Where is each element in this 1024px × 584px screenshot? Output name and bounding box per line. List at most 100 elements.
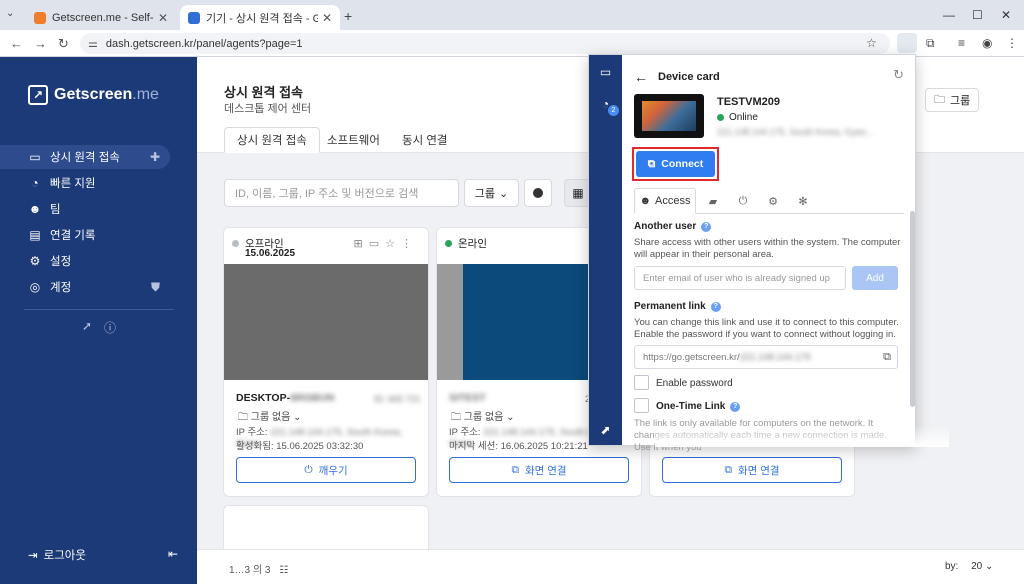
connect-screen-button[interactable]: ⧉ 화면 연결 [662,457,842,483]
sidebar-item-settings[interactable]: ⚙ 설정 [0,249,170,273]
windows-icon: ⊞ [353,238,369,250]
sidebar-item-remote-access[interactable]: ▭ 상시 원격 접속 ✚ [0,145,170,169]
email-field[interactable]: Enter email of user who is already signe… [634,266,846,290]
browser-tab-getscreen[interactable]: Getscreen.me - Self-Hosted - ✕ [26,5,176,30]
popup-scrollbar[interactable] [910,211,915,407]
site-info-icon[interactable]: ⚌ [88,37,98,50]
one-time-link-checkbox[interactable] [634,398,649,413]
getscreen-extension-icon[interactable] [897,33,917,53]
sidebar-item-quick-support[interactable]: ◔ 빠른 지원 [0,171,170,195]
device-status: 온라인 [445,236,487,251]
tab-files[interactable]: ▰ [698,188,728,214]
screen-connect-icon: ⧉ [647,157,656,170]
bookmark-star-icon[interactable]: ☆ [866,36,877,50]
enable-password-label: Enable password [656,378,733,389]
reload-icon[interactable]: ↻ [58,36,69,52]
sidebar-item-history[interactable]: ▤ 연결 기록 [0,223,170,247]
close-tab-icon[interactable]: ✕ [158,11,168,25]
tab-title: 기기 - 상시 원격 접속 - Getscre [206,12,318,25]
tab-settings[interactable]: ✻ [788,188,818,214]
tab-remote-access[interactable]: 상시 원격 접속 [224,127,320,153]
back-icon[interactable]: ← [10,36,23,51]
chevron-down-icon: ⌄ [506,412,515,423]
puzzle-icon[interactable]: ✚ [150,150,160,164]
info-icon[interactable]: ⓘ [104,319,116,336]
wake-button[interactable]: ⏻ 깨우기 [236,457,416,483]
link-hidden: 221.148.144.175 [739,351,811,363]
device-card-popup: ▭ ◔ 2 ⬈ ← Device card ↻ TESTVM209 Online… [588,54,949,453]
another-user-text: Share access with other users within the… [634,237,901,260]
getscreen-mini-icon[interactable]: ➚ [82,319,92,333]
tab-title: Getscreen.me - Self-Hosted - [52,11,154,24]
connect-screen-button[interactable]: ⧉ 화면 연결 [449,457,629,483]
screen-connect-icon: ⧉ [724,463,732,476]
connect-highlight: ⧉ Connect [632,147,719,181]
tab-power[interactable]: ⏻ [728,188,758,214]
group-label: 그룹 없음 [463,412,504,423]
device-name: DESKTOP-6RGBUN [236,392,334,404]
refresh-icon[interactable]: ↻ [893,67,904,83]
extensions-puzzle-icon[interactable]: ⧉ [926,36,935,51]
copy-icon[interactable]: ⧉ [883,351,891,364]
device-card[interactable]: 오프라인 15.06.2025 ⊞▭☆⋮ DESKTOP-6RGBUN ID: … [223,227,429,497]
sidebar-item-label: 빠른 지원 [50,178,96,190]
minimize-icon[interactable]: — [943,8,955,22]
new-tab-icon[interactable]: + [344,8,352,24]
status-dot-icon [232,240,239,247]
browser-tab-devices[interactable]: 기기 - 상시 원격 접속 - Getscre ✕ [180,5,340,30]
search-input[interactable]: ID, 이름, 그룹, IP 주소 및 버전으로 검색 [224,179,459,207]
permanent-link-field[interactable]: https://go.getscreen.kr/ 221.148.144.175… [634,345,898,369]
tab-access[interactable]: ☻ Access [634,188,696,214]
device-card[interactable] [223,505,429,549]
window-close-icon[interactable]: ✕ [1001,8,1011,22]
help-icon[interactable]: ? [710,301,721,312]
open-dashboard-icon[interactable]: ⬈ [589,423,622,437]
sidebar-item-account[interactable]: ◎ 계정 ⛊ [0,275,170,299]
maximize-icon[interactable]: ☐ [972,8,983,22]
device-name-hidden: 6RGBUN [290,392,335,404]
connect-button[interactable]: ⧉ Connect [636,151,715,177]
logout-button[interactable]: ⇥ 로그아웃 [28,547,86,563]
tab-concurrent[interactable]: 동시 연결 [390,127,460,153]
enable-password-checkbox[interactable] [634,375,649,390]
screenshot-sidebar [437,264,463,380]
star-icon[interactable]: ☆ [385,238,401,250]
pager-text: 1…3 의 3 [229,565,271,576]
status-dot-icon [533,188,543,198]
monitor-icon[interactable]: ▭ [369,238,385,250]
reading-list-icon[interactable]: ≡ [958,36,965,50]
chevron-down-icon: ⌄ [293,412,302,423]
back-arrow-icon[interactable]: ← [634,69,648,85]
help-icon[interactable]: ? [701,221,712,232]
section-title-text: Permanent link [634,301,706,312]
notification-badge: 2 [608,105,619,116]
help-icon[interactable]: ? [730,401,741,412]
tab-search-icon[interactable]: ⌄ [6,8,14,19]
close-tab-icon[interactable]: ✕ [322,11,332,25]
group-button[interactable]: 🗀 그룹 [925,88,980,112]
group-select[interactable]: 그룹 ⌄ [464,179,519,207]
tab-hardware[interactable]: ⚙ [758,188,788,214]
gear-icon: ✻ [798,195,808,208]
brand-logo[interactable]: ↗ Getscreen .me [28,85,159,105]
profile-icon[interactable]: ◉ [982,36,992,50]
forward-icon[interactable]: → [34,36,47,51]
device-name: TESTVM209 [717,96,780,108]
devices-icon[interactable]: ▭ [589,65,622,79]
folder-plus-icon: 🗀 [934,93,945,106]
sidebar-item-team[interactable]: ☻ 팀 [0,197,170,221]
status-filter-button[interactable] [524,179,552,207]
more-icon[interactable]: ⋮ [401,238,418,250]
power-icon: ⏻ [738,194,748,207]
logout-icon: ⇥ [28,550,38,562]
page-list-icon[interactable]: ☷ [279,565,288,576]
device-name-text: DESKTOP- [236,392,291,404]
tab-software[interactable]: 소프트웨어 [315,127,392,153]
page-size-select[interactable]: by: 20 ⌄ [945,561,993,572]
add-user-button[interactable]: Add [852,266,898,290]
url-bar[interactable]: ⚌ dash.getscreen.kr/panel/agents?page=1 [80,33,890,54]
collapse-sidebar-icon[interactable]: ⇤ [168,547,178,561]
device-id-hidden: ID: 665 721 [374,394,421,404]
folder-icon: 🗀 [451,412,461,423]
menu-kebab-icon[interactable]: ⋮ [1006,36,1018,50]
